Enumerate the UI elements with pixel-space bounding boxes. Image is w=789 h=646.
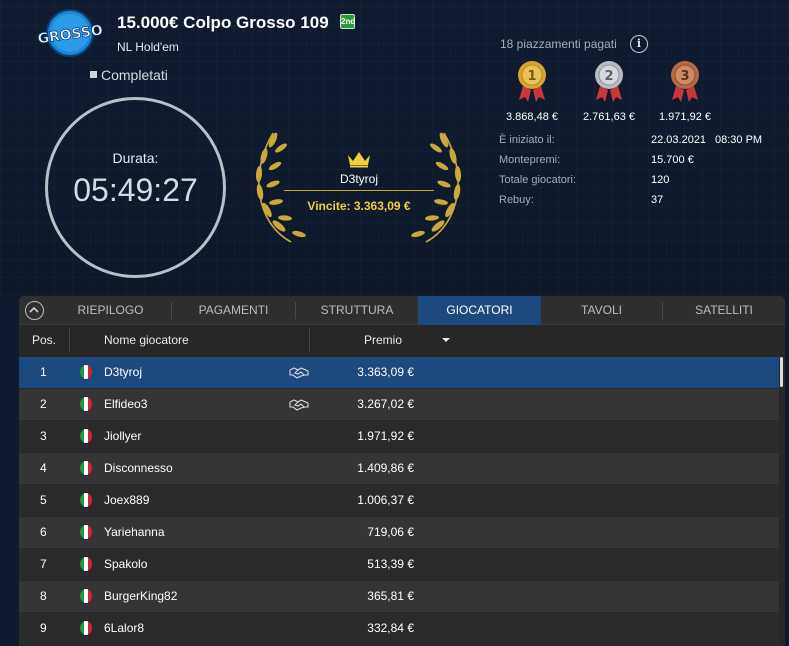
start-label: È iniziato il: — [499, 134, 555, 146]
start-date: 22.03.2021 — [651, 134, 707, 146]
table-row[interactable]: 7 Spakolo 513,39 € — [19, 549, 779, 580]
italy-flag-icon — [80, 397, 92, 411]
row-position: 1 — [40, 365, 47, 379]
table-row[interactable]: 8 BurgerKing82 365,81 € — [19, 581, 779, 612]
paid-places-label: 18 piazzamenti pagati — [500, 37, 617, 51]
row-prize: 1.006,37 € — [357, 493, 414, 507]
italy-flag-icon — [80, 621, 92, 635]
tab-satelliti[interactable]: SATELLITI — [663, 296, 785, 325]
italy-flag-icon — [80, 589, 92, 603]
tournament-title: 15.000€ Colpo Grosso 109 — [117, 13, 329, 32]
start-time: 08:30 PM — [715, 134, 763, 146]
second-prize-amount: 2.761,63 € — [583, 111, 635, 123]
row-position: 7 — [40, 557, 47, 571]
rebuy-value: 37 — [651, 194, 664, 206]
rebuy-label: Rebuy: — [499, 194, 534, 206]
row-position: 4 — [40, 461, 47, 475]
table-row[interactable]: 9 6Lalor8 332,84 € — [19, 613, 779, 644]
italy-flag-icon — [80, 461, 92, 475]
chevron-up-icon — [29, 306, 39, 313]
table-row[interactable]: 1 D3tyroj 3.363,09 € — [19, 357, 779, 388]
info-icon[interactable]: i — [630, 35, 648, 53]
grosso-logo-icon: GROSSO — [38, 9, 102, 57]
tab-riepilogo[interactable]: RIEPILOGO — [50, 296, 171, 325]
row-prize: 1.409,86 € — [357, 461, 414, 475]
row-prize: 365,81 € — [367, 589, 414, 603]
table-scrollbar[interactable] — [780, 357, 783, 387]
game-type: NL Hold'em — [117, 40, 179, 54]
total-players-value: 120 — [651, 174, 670, 186]
tab-tavoli[interactable]: TAVOLI — [541, 296, 662, 325]
table-row[interactable]: 2 Elfideo3 3.267,02 € — [19, 389, 779, 420]
row-player-name: D3tyroj — [104, 365, 143, 379]
row-prize: 3.363,09 € — [357, 365, 414, 379]
table-row[interactable]: 3 Jiollyer 1.971,92 € — [19, 421, 779, 452]
svg-text:1: 1 — [527, 69, 536, 84]
laurel-wreath-icon — [255, 132, 462, 243]
tournament-status: Completati — [90, 67, 168, 83]
row-position: 2 — [40, 397, 47, 411]
row-prize: 513,39 € — [367, 557, 414, 571]
prize-pool-label: Montepremi: — [499, 154, 561, 166]
row-player-name: 6Lalor8 — [104, 621, 145, 635]
row-position: 8 — [40, 589, 47, 603]
players-table-header: Pos. Nome giocatore Premio — [19, 325, 785, 356]
tab-bar: RIEPILOGO PAGAMENTI STRUTTURA GIOCATORI … — [19, 296, 785, 325]
table-row[interactable]: 4 Disconnesso 1.409,86 € — [19, 453, 779, 484]
svg-text:3: 3 — [680, 69, 689, 84]
row-prize: 719,06 € — [367, 525, 414, 539]
svg-text:2: 2 — [604, 69, 613, 84]
table-row[interactable]: 6 Yariehanna 719,06 € — [19, 517, 779, 548]
column-prize[interactable]: Premio — [364, 325, 402, 356]
tab-struttura[interactable]: STRUTTURA — [296, 296, 418, 325]
collapse-button[interactable] — [25, 301, 44, 320]
silver-medal-icon: 2 — [595, 61, 623, 102]
column-separator — [309, 328, 310, 352]
status-square-icon — [90, 71, 97, 78]
row-position: 3 — [40, 429, 47, 443]
handshake-icon — [289, 399, 309, 411]
bronze-medal-icon: 3 — [671, 61, 699, 102]
total-players-label: Totale giocatori: — [499, 174, 577, 186]
row-player-name: Jiollyer — [104, 429, 142, 443]
row-prize: 1.971,92 € — [357, 429, 414, 443]
column-position[interactable]: Pos. — [32, 325, 56, 356]
gold-medal-icon: 1 — [518, 61, 546, 102]
row-position: 5 — [40, 493, 47, 507]
italy-flag-icon — [80, 493, 92, 507]
column-player-name[interactable]: Nome giocatore — [104, 325, 189, 356]
row-player-name: Disconnesso — [104, 461, 173, 475]
row-player-name: Joex889 — [104, 493, 150, 507]
italy-flag-icon — [80, 525, 92, 539]
row-prize: 332,84 € — [367, 621, 414, 635]
row-player-name: BurgerKing82 — [104, 589, 178, 603]
tournament-header: GROSSO 15.000€ Colpo Grosso 109 2nd NL H… — [0, 0, 789, 296]
row-player-name: Yariehanna — [104, 525, 165, 539]
prize-pool-value: 15.700 € — [651, 154, 694, 166]
crown-icon — [348, 152, 370, 168]
row-player-name: Spakolo — [104, 557, 148, 571]
duration-value: 05:49:27 — [73, 172, 198, 208]
tab-pagamenti[interactable]: PAGAMENTI — [172, 296, 295, 325]
duration-label: Durata: — [112, 150, 159, 166]
table-row[interactable]: 5 Joex889 1.006,37 € — [19, 485, 779, 516]
third-prize-amount: 1.971,92 € — [659, 111, 711, 123]
row-position: 9 — [40, 621, 47, 635]
italy-flag-icon — [80, 557, 92, 571]
handshake-icon — [289, 367, 309, 379]
row-prize: 3.267,02 € — [357, 397, 414, 411]
first-prize-amount: 3.868,48 € — [506, 111, 558, 123]
sort-descending-icon[interactable] — [442, 338, 450, 342]
tab-giocatori[interactable]: GIOCATORI — [418, 296, 541, 325]
details-panel: RIEPILOGO PAGAMENTI STRUTTURA GIOCATORI … — [19, 296, 785, 646]
row-player-name: Elfideo3 — [104, 397, 148, 411]
row-position: 6 — [40, 525, 47, 539]
column-separator — [69, 328, 70, 352]
italy-flag-icon — [80, 365, 92, 379]
italy-flag-icon — [80, 429, 92, 443]
winner-divider — [284, 190, 434, 191]
second-chance-badge: 2nd — [340, 14, 355, 29]
winner-prize: Vincite: 3.363,09 € — [307, 199, 411, 213]
winner-name: D3tyroj — [339, 172, 378, 186]
